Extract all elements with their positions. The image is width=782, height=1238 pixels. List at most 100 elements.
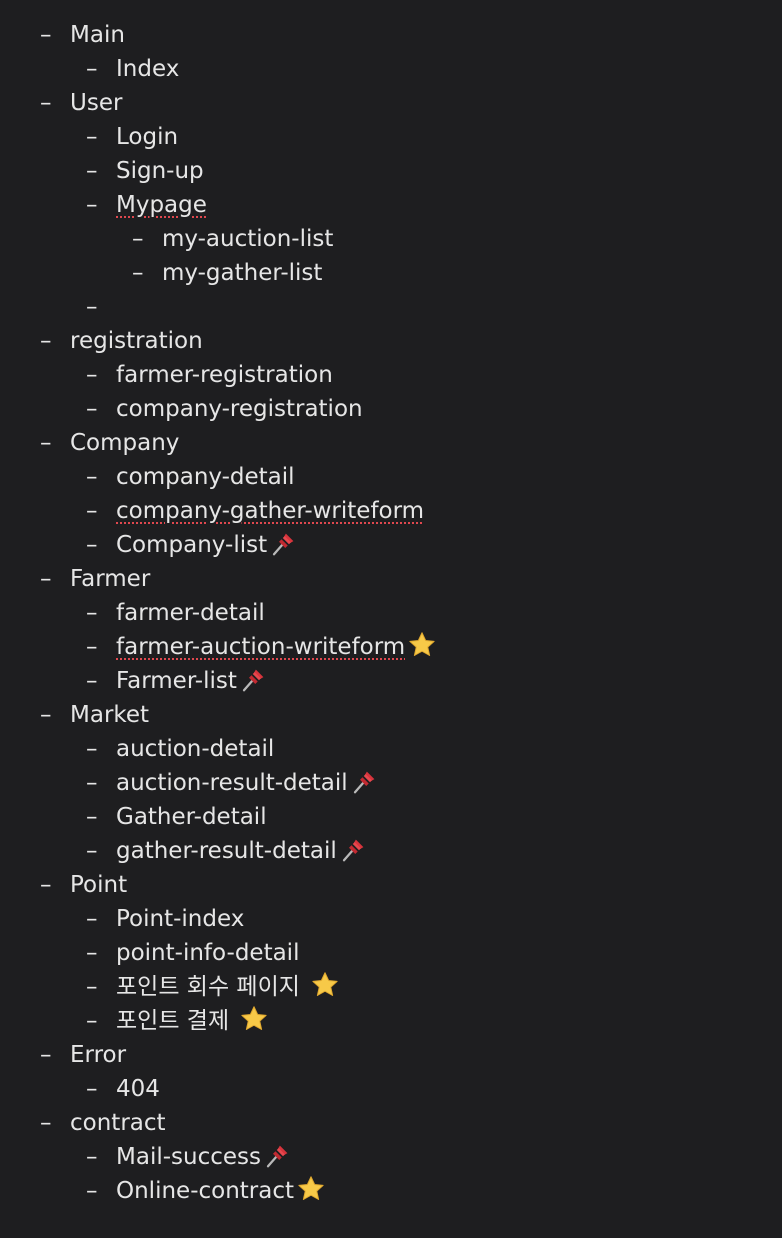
star-icon <box>296 1174 326 1204</box>
outline-item-label: gather-result-detail <box>116 838 337 864</box>
outline-item-label: Point <box>70 872 128 898</box>
pushpin-icon <box>269 528 299 558</box>
outline-item[interactable]: – auction-detail <box>86 732 274 766</box>
outline-item[interactable]: – Point <box>40 868 127 902</box>
bullet-dash: – <box>86 736 98 762</box>
outline-item-label: Mail-success <box>116 1144 261 1170</box>
bullet-dash: – <box>86 1008 98 1034</box>
outline-item[interactable]: – registration <box>40 324 203 358</box>
outline-item[interactable]: – farmer-registration <box>86 358 333 392</box>
outline-item[interactable]: – my-gather-list <box>132 256 322 290</box>
outline-item[interactable]: – 포인트 회수 페이지 <box>86 970 340 1004</box>
bullet-dash: – <box>86 600 98 626</box>
outline-item-label: Farmer <box>70 566 151 592</box>
outline-item[interactable]: – User <box>40 86 122 120</box>
outline-item-label: Gather-detail <box>116 804 267 830</box>
bullet-dash: – <box>86 1178 98 1204</box>
outline-item[interactable]: – Market <box>40 698 149 732</box>
bullet-dash: – <box>40 1110 52 1136</box>
outline-item-label: 포인트 회수 페이지 <box>116 974 300 1000</box>
outline-item[interactable]: – Login <box>86 120 178 154</box>
bullet-dash: – <box>86 294 98 320</box>
bullet-dash: – <box>86 158 98 184</box>
outline-item-label: farmer-detail <box>116 600 265 626</box>
outline-item[interactable]: – company-registration <box>86 392 363 426</box>
outline-item-label: Company <box>70 430 180 456</box>
outline-item-label: User <box>70 90 123 116</box>
outline-item[interactable]: – point-info-detail <box>86 936 299 970</box>
outline-item[interactable]: – Gather-detail <box>86 800 267 834</box>
outline-item[interactable]: – Company <box>40 426 179 460</box>
outline-item[interactable]: – Main <box>40 18 125 52</box>
outline-item-label: Online-contract <box>116 1178 295 1204</box>
bullet-dash: – <box>86 634 98 660</box>
outline-item-label: my-gather-list <box>162 260 323 286</box>
outline-item-label: Point-index <box>116 906 245 932</box>
bullet-dash: – <box>40 328 52 354</box>
outline-item[interactable]: – Point-index <box>86 902 244 936</box>
outline-item-label: 404 <box>116 1076 160 1102</box>
outline-item[interactable]: – Online-contract <box>86 1174 326 1208</box>
bullet-dash: – <box>40 1042 52 1068</box>
outline-item-label: Market <box>70 702 150 728</box>
star-icon <box>239 1004 269 1034</box>
outline-editor[interactable]: – Main – Index – User – Login – Sign-up – Mypage – my… <box>0 0 782 1238</box>
outline-item[interactable]: – Mypage <box>86 188 207 222</box>
outline-item-label: Sign-up <box>116 158 204 184</box>
outline-item-label: Main <box>70 22 125 48</box>
pushpin-icon <box>350 766 380 796</box>
bullet-dash: – <box>86 532 98 558</box>
outline-item-label: auction-result-detail <box>116 770 348 796</box>
bullet-dash: – <box>86 974 98 1000</box>
bullet-dash: – <box>86 464 98 490</box>
outline-item[interactable]: – <box>86 290 116 324</box>
bullet-dash: – <box>86 124 98 150</box>
outline-item[interactable]: – company-detail <box>86 460 295 494</box>
outline-item-label: my-auction-list <box>162 226 334 252</box>
outline-item[interactable]: – contract <box>40 1106 166 1140</box>
star-icon <box>407 630 437 660</box>
bullet-dash: – <box>40 90 52 116</box>
outline-item[interactable]: – company-gather-writeform <box>86 494 424 528</box>
pushpin-icon <box>339 834 369 864</box>
bullet-dash: – <box>86 838 98 864</box>
outline-item-label: farmer-registration <box>116 362 333 388</box>
outline-item[interactable]: – farmer-auction-writeform <box>86 630 437 664</box>
pushpin-icon <box>263 1140 293 1170</box>
outline-item[interactable]: – Index <box>86 52 179 86</box>
outline-item-label: company-gather-writeform <box>116 498 425 524</box>
outline-item[interactable]: – Farmer-list <box>86 664 269 698</box>
outline-item-label: company-registration <box>116 396 363 422</box>
bullet-dash: – <box>86 396 98 422</box>
outline-item-label: auction-detail <box>116 736 275 762</box>
outline-item-label: registration <box>70 328 203 354</box>
bullet-dash: – <box>86 668 98 694</box>
outline-item[interactable]: – Error <box>40 1038 126 1072</box>
pushpin-icon <box>239 664 269 694</box>
outline-item[interactable]: – Sign-up <box>86 154 204 188</box>
bullet-dash: – <box>86 804 98 830</box>
bullet-dash: – <box>40 872 52 898</box>
bullet-dash: – <box>86 906 98 932</box>
outline-item-label: company-detail <box>116 464 295 490</box>
bullet-dash: – <box>132 226 144 252</box>
bullet-dash: – <box>86 1076 98 1102</box>
outline-item-label: Farmer-list <box>116 668 237 694</box>
outline-item[interactable]: – farmer-detail <box>86 596 265 630</box>
outline-item[interactable]: – my-auction-list <box>132 222 333 256</box>
outline-item[interactable]: – 포인트 결제 <box>86 1004 269 1038</box>
outline-item-label: Login <box>116 124 179 150</box>
outline-item-label: 포인트 결제 <box>116 1008 230 1034</box>
outline-item[interactable]: – Farmer <box>40 562 150 596</box>
outline-item-label: farmer-auction-writeform <box>116 634 406 660</box>
outline-item[interactable]: – Mail-success <box>86 1140 293 1174</box>
outline-item[interactable]: –404 <box>86 1072 160 1106</box>
outline-item-label: point-info-detail <box>116 940 300 966</box>
bullet-dash: – <box>86 498 98 524</box>
outline-item[interactable]: – auction-result-detail <box>86 766 380 800</box>
outline-item-label: Mypage <box>116 192 207 218</box>
bullet-dash: – <box>86 770 98 796</box>
outline-item[interactable]: – Company-list <box>86 528 299 562</box>
bullet-dash: – <box>86 940 98 966</box>
outline-item[interactable]: – gather-result-detail <box>86 834 369 868</box>
